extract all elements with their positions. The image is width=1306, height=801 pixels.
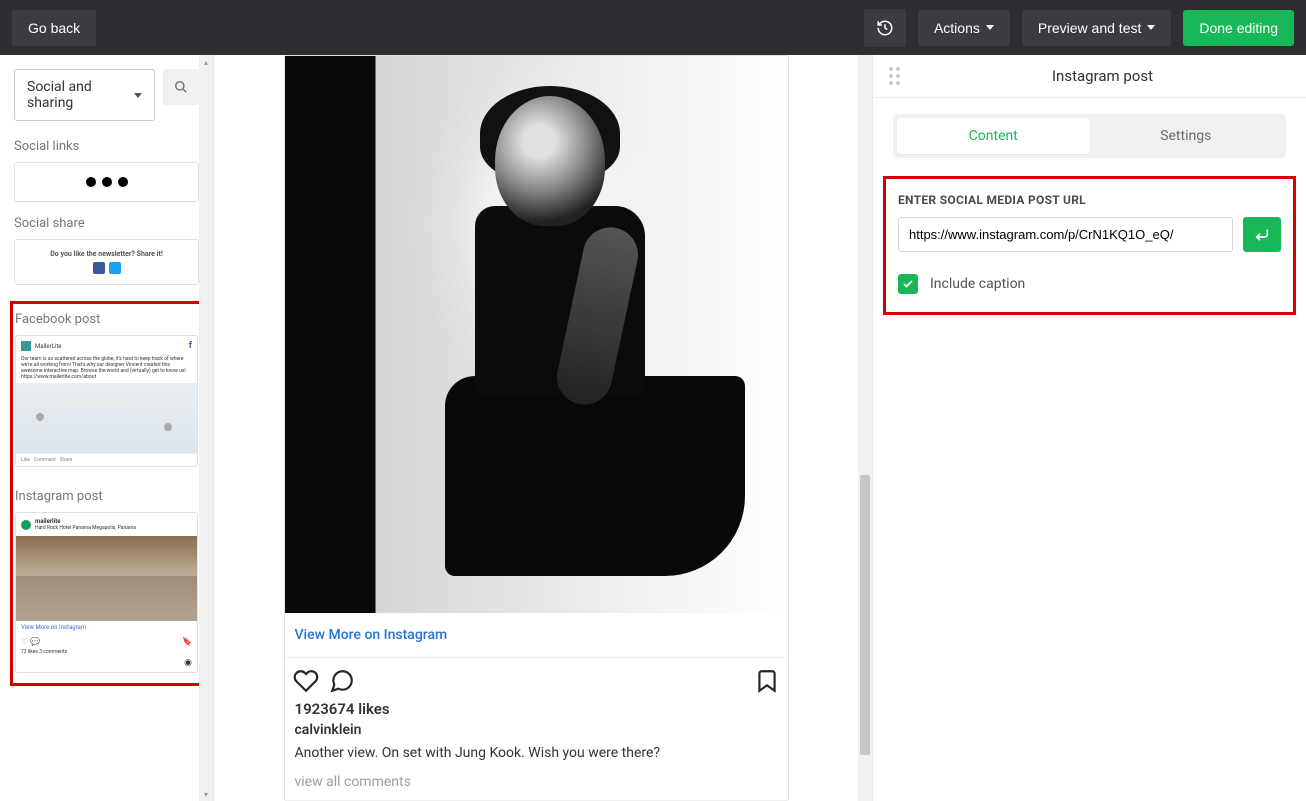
sidebar-scrollbar[interactable]: ▴ ▾ [199,55,213,801]
preview-label: Preview and test [1038,20,1142,36]
instagram-username[interactable]: calvinklein [285,722,788,744]
highlighted-blocks: Facebook post MailerLite f Our team is s… [10,301,203,686]
submit-url-button[interactable] [1243,217,1281,252]
tab-settings[interactable]: Settings [1090,118,1283,154]
ig-avatar-icon [21,520,31,530]
view-all-comments[interactable]: view all comments [285,774,788,800]
main-layout: Social and sharing Social links Social s… [0,55,1306,801]
instagram-icon: ◉ [16,658,197,672]
topbar: Go back Actions Preview and test Done ed… [0,0,1306,55]
ig-preview-header: mailerlite Hard Rock Hotel Panama Megapo… [16,513,197,536]
search-icon [174,80,188,94]
done-editing-button[interactable]: Done editing [1183,10,1294,46]
social-share-title: Social share [14,216,199,231]
ig-preview-actions: ♡ 💬🔖 [16,634,197,649]
heart-icon[interactable] [293,668,319,694]
chevron-down-icon [134,93,142,98]
preview-button[interactable]: Preview and test [1022,10,1172,46]
enter-icon [1254,227,1270,243]
instagram-caption: Another view. On set with Jung Kook. Wis… [285,744,788,774]
go-back-button[interactable]: Go back [12,10,96,46]
url-input[interactable] [898,217,1233,252]
category-dropdown[interactable]: Social and sharing [14,69,155,121]
panel-header: Instagram post [873,55,1306,98]
facebook-post-block[interactable]: MailerLite f Our team is so scattered ac… [15,335,198,467]
scroll-down-arrow[interactable]: ▾ [199,787,213,801]
category-label: Social and sharing [27,79,134,111]
likes-suffix: likes [358,700,389,718]
history-icon [876,19,894,37]
fb-map-image [16,383,197,453]
view-more-link[interactable]: View More on Instagram [285,613,788,658]
canvas-scrollbar[interactable] [858,55,872,801]
fb-page-name: MailerLite [35,343,61,350]
instagram-post-block[interactable]: mailerlite Hard Rock Hotel Panama Megapo… [15,512,198,673]
social-links-block[interactable] [14,162,199,202]
fb-footer: Like · Comment · Share [16,453,197,466]
facebook-icon [93,262,105,274]
include-caption-checkbox[interactable] [898,274,918,294]
drag-handle-icon[interactable] [889,67,901,85]
comment-icon[interactable] [329,668,355,694]
include-caption-label: Include caption [930,276,1025,292]
ig-preview-name: mailerlite [35,518,136,525]
check-icon [902,278,914,290]
panel-title: Instagram post [915,67,1290,85]
actions-label: Actions [934,20,980,36]
instagram-embed[interactable]: View More on Instagram 1923674 likes cal… [284,55,789,801]
ig-preview-viewmore: View More on Instagram [16,621,197,634]
likes-count: 1923674 [295,700,355,718]
fb-preview-header: MailerLite f [16,336,197,356]
scroll-up-arrow[interactable]: ▴ [199,55,213,69]
sidebar-scroll: Social and sharing Social links Social s… [0,55,213,801]
facebook-icon: f [189,341,192,351]
social-links-title: Social links [14,139,199,154]
panel-tabs: Content Settings [893,114,1286,158]
share-question: Do you like the newsletter? Share it! [25,250,188,258]
fb-avatar-icon [21,341,31,351]
actions-button[interactable]: Actions [918,10,1010,46]
canvas: View More on Instagram 1923674 likes cal… [214,55,872,801]
instagram-icon [118,177,128,187]
twitter-icon [102,177,112,187]
chevron-down-icon [1147,25,1155,30]
ig-preview-image [16,536,197,621]
fb-preview-text: Our team is so scattered across the glob… [16,356,197,383]
ig-preview-likes: 72 likes 3 comments [16,649,197,658]
instagram-action-row [285,658,788,700]
url-label: ENTER SOCIAL MEDIA POST URL [898,193,1281,207]
facebook-icon [86,177,96,187]
scrollbar-thumb[interactable] [860,475,870,755]
chevron-down-icon [986,25,994,30]
content-form: ENTER SOCIAL MEDIA POST URL Include capt… [883,176,1296,315]
social-share-block[interactable]: Do you like the newsletter? Share it! [14,239,199,285]
instagram-photo [285,56,788,613]
tab-content[interactable]: Content [897,118,1090,154]
search-button[interactable] [163,69,199,105]
twitter-icon [109,262,121,274]
ig-preview-loc: Hard Rock Hotel Panama Megapolis, Panama [35,525,136,531]
sidebar-left: Social and sharing Social links Social s… [0,55,214,801]
likes-row: 1923674 likes [285,700,788,722]
instagram-post-title: Instagram post [15,489,198,504]
history-button[interactable] [864,9,906,47]
properties-panel: Instagram post Content Settings ENTER SO… [872,55,1306,801]
bookmark-icon[interactable] [754,668,780,694]
facebook-post-title: Facebook post [15,312,198,327]
